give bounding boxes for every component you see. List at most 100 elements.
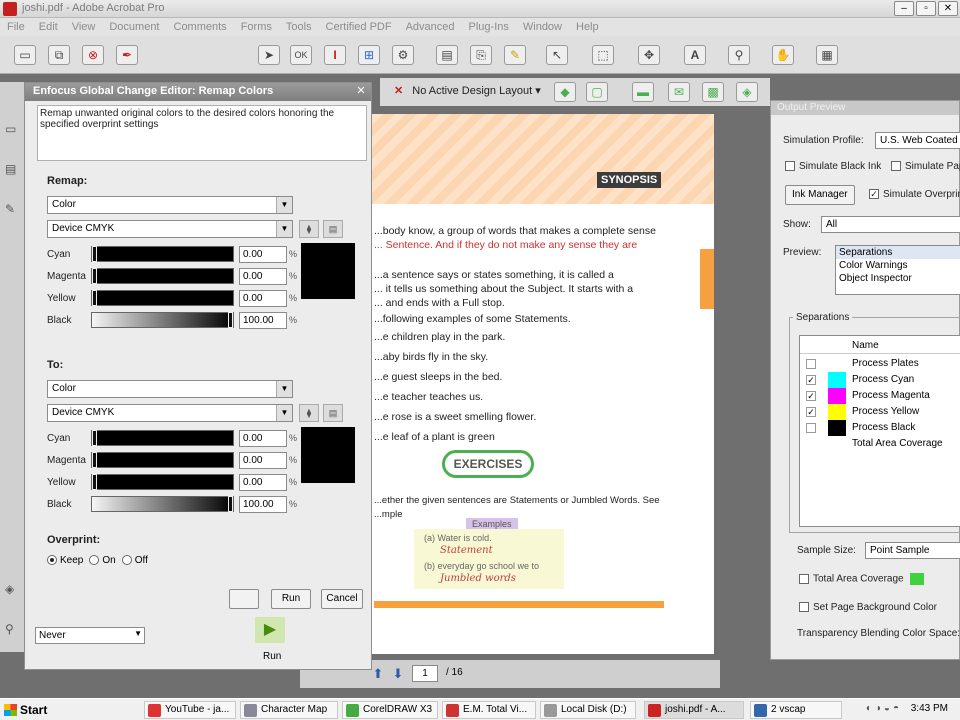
black-value[interactable]: 100.00 (239, 312, 287, 329)
maximize-button[interactable]: ▫ (916, 1, 936, 16)
cyan-value[interactable]: 0.00 (239, 246, 287, 263)
task-local-disk[interactable]: Local Disk (D:) (540, 701, 636, 719)
pitstop-icon[interactable]: I (324, 45, 346, 65)
start-button[interactable]: Start (2, 701, 50, 719)
menu-file[interactable]: File (0, 21, 32, 33)
simulate-black-ink-checkbox[interactable]: Simulate Black Ink (785, 161, 881, 172)
to-type-select[interactable]: Color ▼ (47, 380, 293, 398)
simulation-profile-select[interactable]: U.S. Web Coated (SWOP) v2 (875, 132, 960, 149)
to-yellow-value[interactable]: 0.00 (239, 474, 287, 491)
black-slider[interactable] (91, 312, 234, 328)
magenta-slider[interactable] (91, 268, 234, 284)
remap-space-select[interactable]: Device CMYK ▼ (47, 220, 293, 238)
run-button[interactable]: Run (271, 589, 311, 609)
separation-row[interactable]: ✓ Process Cyan (800, 372, 960, 388)
slider-thumb[interactable] (228, 312, 233, 328)
eyedropper-icon[interactable]: ⧫ (299, 404, 319, 422)
hand-icon[interactable]: ✋ (772, 45, 794, 65)
cube-icon[interactable]: ◈ (736, 82, 758, 102)
menu-edit[interactable]: Edit (32, 21, 65, 33)
zoom-icon[interactable]: ⚲ (728, 45, 750, 65)
to-magenta-slider[interactable] (91, 452, 234, 468)
to-cyan-value[interactable]: 0.00 (239, 430, 287, 447)
envelope-icon[interactable]: ✉ (668, 82, 690, 102)
system-tray[interactable]: ◐◑◒◓ (866, 703, 902, 714)
remap-type-select[interactable]: Color ▼ (47, 196, 293, 214)
preview-option-color-warnings[interactable]: Color Warnings (836, 259, 960, 272)
task-coreldraw[interactable]: CorelDRAW X3 (342, 701, 438, 719)
cyan-slider[interactable] (91, 246, 234, 262)
overprint-keep-radio[interactable]: Keep (47, 555, 83, 566)
separation-row[interactable]: Total Area Coverage (800, 436, 960, 452)
to-black-slider[interactable] (91, 496, 234, 512)
simulate-overprinting-checkbox[interactable]: ✓ Simulate Overprinting (869, 189, 960, 200)
move-icon[interactable]: ✥ (638, 45, 660, 65)
green-tool-icon[interactable]: ◆ (554, 82, 576, 102)
dialog-close-icon[interactable]: ✕ (354, 85, 368, 99)
separation-row[interactable]: ✓ Process Magenta (800, 388, 960, 404)
show-select[interactable]: All (821, 216, 960, 233)
page-number-input[interactable]: 1 (412, 665, 438, 682)
separation-checkbox[interactable] (806, 359, 816, 369)
overprint-on-radio[interactable]: On (89, 555, 116, 566)
slider-thumb[interactable] (92, 268, 97, 284)
total-area-coverage-checkbox[interactable]: Total Area Coverage (799, 573, 924, 585)
task-character-map[interactable]: Character Map (240, 701, 338, 719)
close-button[interactable]: ✕ (938, 1, 958, 16)
separation-row[interactable]: ✓ Process Yellow (800, 404, 960, 420)
create-pdf-icon[interactable]: ▭ (14, 45, 36, 65)
pointer-icon[interactable]: ↖ (546, 45, 568, 65)
task-youtube[interactable]: YouTube - ja... (144, 701, 236, 719)
menu-window[interactable]: Window (516, 21, 569, 33)
menu-view[interactable]: View (65, 21, 103, 33)
slider-thumb[interactable] (92, 430, 97, 446)
to-black-value[interactable]: 100.00 (239, 496, 287, 513)
slider-thumb[interactable] (92, 452, 97, 468)
separation-row[interactable]: Process Black (800, 420, 960, 436)
page-background-checkbox[interactable]: Set Page Background Color (799, 602, 937, 613)
separation-checkbox[interactable]: ✓ (806, 407, 816, 417)
text-edit-icon[interactable]: ▤ (436, 45, 458, 65)
slider-thumb[interactable] (92, 290, 97, 306)
simulate-paper-color-checkbox[interactable]: Simulate Paper Color (891, 161, 960, 172)
minimize-button[interactable]: – (894, 1, 914, 16)
slider-thumb[interactable] (92, 246, 97, 262)
to-magenta-value[interactable]: 0.00 (239, 452, 287, 469)
task-total-video[interactable]: E.M. Total Vi... (442, 701, 536, 719)
secure-icon[interactable]: ⊗ (82, 45, 104, 65)
to-cyan-slider[interactable] (91, 430, 234, 446)
menu-tools[interactable]: Tools (279, 21, 319, 33)
cancel-button[interactable]: Cancel (321, 589, 363, 609)
page-icon[interactable]: ⎘ (470, 45, 492, 65)
menu-document[interactable]: Document (102, 21, 166, 33)
swatch-picker-icon[interactable]: ▤ (323, 404, 343, 422)
ok-icon[interactable]: OK (290, 45, 312, 65)
combine-icon[interactable]: ⧉ (48, 45, 70, 65)
select-tool-icon[interactable]: ➤ (258, 45, 280, 65)
task-acrobat[interactable]: joshi.pdf - A... (644, 701, 744, 719)
next-page-icon[interactable]: ⬇ (390, 666, 406, 682)
pages-icon[interactable]: ▭ (5, 122, 21, 138)
menu-advanced[interactable]: Advanced (399, 21, 462, 33)
text-tool-icon[interactable]: A (684, 45, 706, 65)
attachment-icon[interactable]: ⚲ (5, 622, 21, 638)
slider-thumb[interactable] (92, 474, 97, 490)
yellow-value[interactable]: 0.00 (239, 290, 287, 307)
task-vscap[interactable]: 2 vscap (750, 701, 842, 719)
swatch-picker-icon[interactable]: ▤ (323, 220, 343, 238)
menu-forms[interactable]: Forms (234, 21, 279, 33)
overprint-off-radio[interactable]: Off (121, 555, 148, 566)
layers-icon[interactable]: ◈ (5, 582, 21, 598)
signatures-icon[interactable]: ✎ (5, 202, 21, 218)
to-space-select[interactable]: Device CMYK ▼ (47, 404, 293, 422)
preview-option-separations[interactable]: Separations (836, 246, 960, 259)
pencil-icon[interactable]: ✎ (504, 45, 526, 65)
comment-icon[interactable]: ▬ (632, 82, 654, 102)
menu-comments[interactable]: Comments (167, 21, 234, 33)
sample-size-select[interactable]: Point Sample (865, 542, 960, 559)
preview-option-object-inspector[interactable]: Object Inspector (836, 272, 960, 285)
separation-checkbox[interactable] (806, 423, 816, 433)
frame-tool-icon[interactable]: ▢ (586, 82, 608, 102)
separation-checkbox[interactable]: ✓ (806, 375, 816, 385)
ink-manager-button[interactable]: Ink Manager (785, 185, 855, 205)
